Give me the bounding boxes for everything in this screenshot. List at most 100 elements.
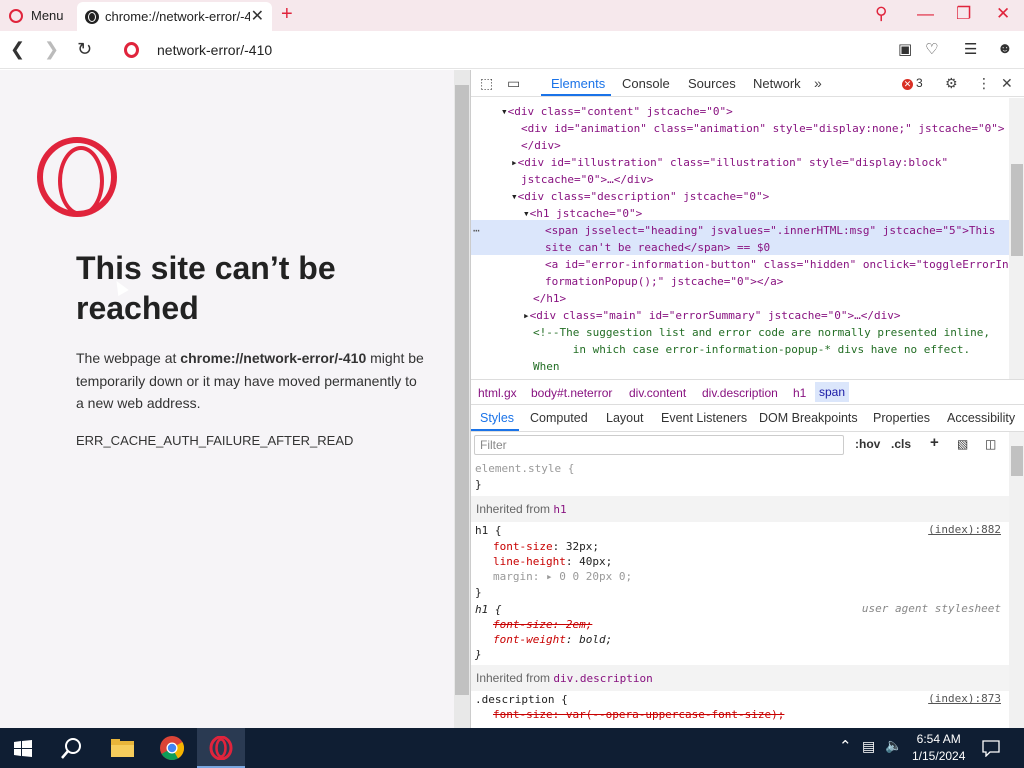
file-explorer-icon[interactable] xyxy=(111,739,134,757)
breadcrumb-item[interactable]: div.content xyxy=(629,386,686,400)
css-declaration[interactable]: margin: ▸ 0 0 20px 0; xyxy=(493,569,632,584)
styles-scrollbar[interactable] xyxy=(1009,432,1024,728)
collapse-arrow-icon[interactable]: ▸ xyxy=(523,309,530,322)
chevron-up-icon[interactable]: ⌃ xyxy=(839,737,852,755)
bookmark-heart-icon[interactable]: ♡ xyxy=(925,40,938,58)
class-toggle[interactable]: .cls xyxy=(891,437,911,451)
tab-strip: Menu chrome://network-error/-410 ✕ + ⚲ —… xyxy=(0,0,1024,31)
breadcrumb-item[interactable]: html.gx xyxy=(478,386,517,400)
chrome-icon[interactable] xyxy=(160,736,184,760)
error-counter[interactable]: ✕ 3 xyxy=(902,76,923,90)
scrollbar-thumb[interactable] xyxy=(1011,164,1023,256)
system-clock[interactable]: 6:54 AM 1/15/2024 xyxy=(912,731,965,765)
inherited-element[interactable]: div.description xyxy=(553,672,652,685)
network-icon[interactable]: ▤ xyxy=(862,738,875,755)
dom-line[interactable]: jstcache="0">…</div> xyxy=(521,171,653,188)
reload-button[interactable]: ↻ xyxy=(77,39,92,60)
hover-state-toggle[interactable]: :hov xyxy=(855,437,880,451)
styles-filter-input[interactable]: Filter xyxy=(474,435,844,455)
close-tab-icon[interactable]: ✕ xyxy=(251,6,264,26)
minimize-button[interactable]: — xyxy=(917,4,934,24)
notifications-icon[interactable] xyxy=(982,740,1000,757)
dom-line-selected[interactable]: site can't be reached</span> == $0 xyxy=(545,239,770,256)
new-style-rule-icon[interactable]: + xyxy=(930,434,939,451)
expand-arrow-icon[interactable]: ▾ xyxy=(523,207,530,220)
dom-line[interactable]: <!--The suggestion list and error code a… xyxy=(533,324,990,341)
tab-console[interactable]: Console xyxy=(622,76,670,91)
taskbar-opera-active[interactable] xyxy=(197,728,245,768)
search-icon[interactable] xyxy=(61,737,83,759)
dom-line[interactable]: </div> xyxy=(521,137,561,154)
tab-sources[interactable]: Sources xyxy=(688,76,736,91)
dom-line[interactable]: ▾<div class="content" jstcache="0"> xyxy=(501,103,733,120)
search-icon[interactable]: ⚲ xyxy=(875,4,887,24)
tab-styles[interactable]: Styles xyxy=(480,411,514,425)
source-link[interactable]: (index):873 xyxy=(928,692,1001,705)
breadcrumb-item[interactable]: h1 xyxy=(793,386,806,400)
easy-setup-icon[interactable]: ☰ xyxy=(964,40,977,58)
css-declaration[interactable]: line-height: 40px; xyxy=(493,554,612,569)
windows-start-icon[interactable] xyxy=(14,740,32,757)
tab-network[interactable]: Network xyxy=(753,76,801,91)
breadcrumb-item-current[interactable]: span xyxy=(815,382,850,402)
url-field[interactable]: network-error/-410 xyxy=(157,42,272,58)
sidebar-toggle-icon[interactable]: ◫ xyxy=(985,437,996,451)
tab-dom-breakpoints[interactable]: DOM Breakpoints xyxy=(759,411,858,425)
new-tab-button[interactable]: + xyxy=(281,3,293,26)
dom-line[interactable]: ▸<div class="main" id="errorSummary" jst… xyxy=(523,307,901,324)
paint-brush-icon[interactable]: ▧ xyxy=(957,437,968,451)
rule-selector[interactable]: h1 { xyxy=(475,602,502,617)
rule-selector[interactable]: .description { xyxy=(475,692,568,707)
tab-elements[interactable]: Elements xyxy=(551,76,605,91)
opera-menu-button[interactable]: Menu xyxy=(0,0,76,31)
active-tab[interactable]: chrome://network-error/-410 ✕ xyxy=(77,2,272,31)
back-button[interactable]: ❮ xyxy=(10,39,25,60)
dom-line[interactable]: ▾<h1 jstcache="0"> xyxy=(523,205,642,222)
more-options-icon[interactable]: ⋮ xyxy=(977,75,991,92)
dom-scrollbar[interactable] xyxy=(1009,98,1024,379)
inherited-element[interactable]: h1 xyxy=(553,503,566,516)
tab-computed[interactable]: Computed xyxy=(530,411,588,425)
tab-properties[interactable]: Properties xyxy=(873,411,930,425)
volume-muted-icon[interactable]: 🔈 xyxy=(885,737,902,754)
profile-icon[interactable]: ☻ xyxy=(997,40,1013,57)
maximize-button[interactable]: ❐ xyxy=(956,4,971,24)
dom-line[interactable]: <a id="error-information-button" class="… xyxy=(545,256,1009,273)
collapse-arrow-icon[interactable]: ▸ xyxy=(511,156,518,169)
dom-line[interactable]: </h1> xyxy=(533,290,566,307)
node-actions-icon[interactable]: ⋯ xyxy=(473,222,480,239)
element-style-selector[interactable]: element.style { xyxy=(475,461,574,476)
close-window-button[interactable]: ✕ xyxy=(996,4,1010,24)
dom-line[interactable]: in which case error-information-popup-* … xyxy=(533,341,970,358)
css-declaration-overridden[interactable]: font-size: 2em; xyxy=(493,617,592,632)
tab-accessibility[interactable]: Accessibility xyxy=(947,411,1015,425)
expand-arrow-icon[interactable]: ▾ xyxy=(501,105,508,118)
tab-layout[interactable]: Layout xyxy=(606,411,644,425)
snapshot-icon[interactable]: ▣ xyxy=(898,40,912,58)
scrollbar-thumb[interactable] xyxy=(455,85,469,695)
dom-line[interactable]: When xyxy=(533,358,560,375)
dom-line[interactable]: <div id="animation" class="animation" st… xyxy=(521,120,1004,137)
scrollbar-thumb[interactable] xyxy=(1011,446,1023,476)
css-declaration[interactable]: font-size: 32px; xyxy=(493,539,599,554)
forward-button[interactable]: ❯ xyxy=(44,39,59,60)
rule-selector[interactable]: h1 { xyxy=(475,523,502,538)
inspect-element-icon[interactable]: ⬚ xyxy=(480,75,493,92)
css-declaration-overridden[interactable]: font-size: var(--opera-uppercase-font-si… xyxy=(493,707,784,722)
dom-line[interactable]: formationPopup();" jstcache="0"></a> xyxy=(545,273,783,290)
css-declaration[interactable]: font-weight: bold; xyxy=(493,632,612,647)
dom-line-selected[interactable]: <span jsselect="heading" jsvalues=".inne… xyxy=(545,222,995,239)
device-toolbar-icon[interactable]: ▭ xyxy=(507,75,520,92)
close-devtools-icon[interactable]: ✕ xyxy=(1001,75,1013,92)
expand-arrow-icon[interactable]: ▾ xyxy=(511,190,518,203)
site-info-icon[interactable] xyxy=(124,42,139,58)
dom-line[interactable]: ▸<div id="illustration" class="illustrat… xyxy=(511,154,948,171)
breadcrumb-item[interactable]: div.description xyxy=(702,386,778,400)
dom-line[interactable]: ▾<div class="description" jstcache="0"> xyxy=(511,188,769,205)
page-scrollbar[interactable] xyxy=(454,70,470,728)
more-tabs-icon[interactable]: » xyxy=(814,75,822,91)
settings-gear-icon[interactable]: ⚙ xyxy=(945,75,958,92)
breadcrumb-item[interactable]: body#t.neterror xyxy=(531,386,612,400)
tab-event-listeners[interactable]: Event Listeners xyxy=(661,411,747,425)
source-link[interactable]: (index):882 xyxy=(928,523,1001,536)
